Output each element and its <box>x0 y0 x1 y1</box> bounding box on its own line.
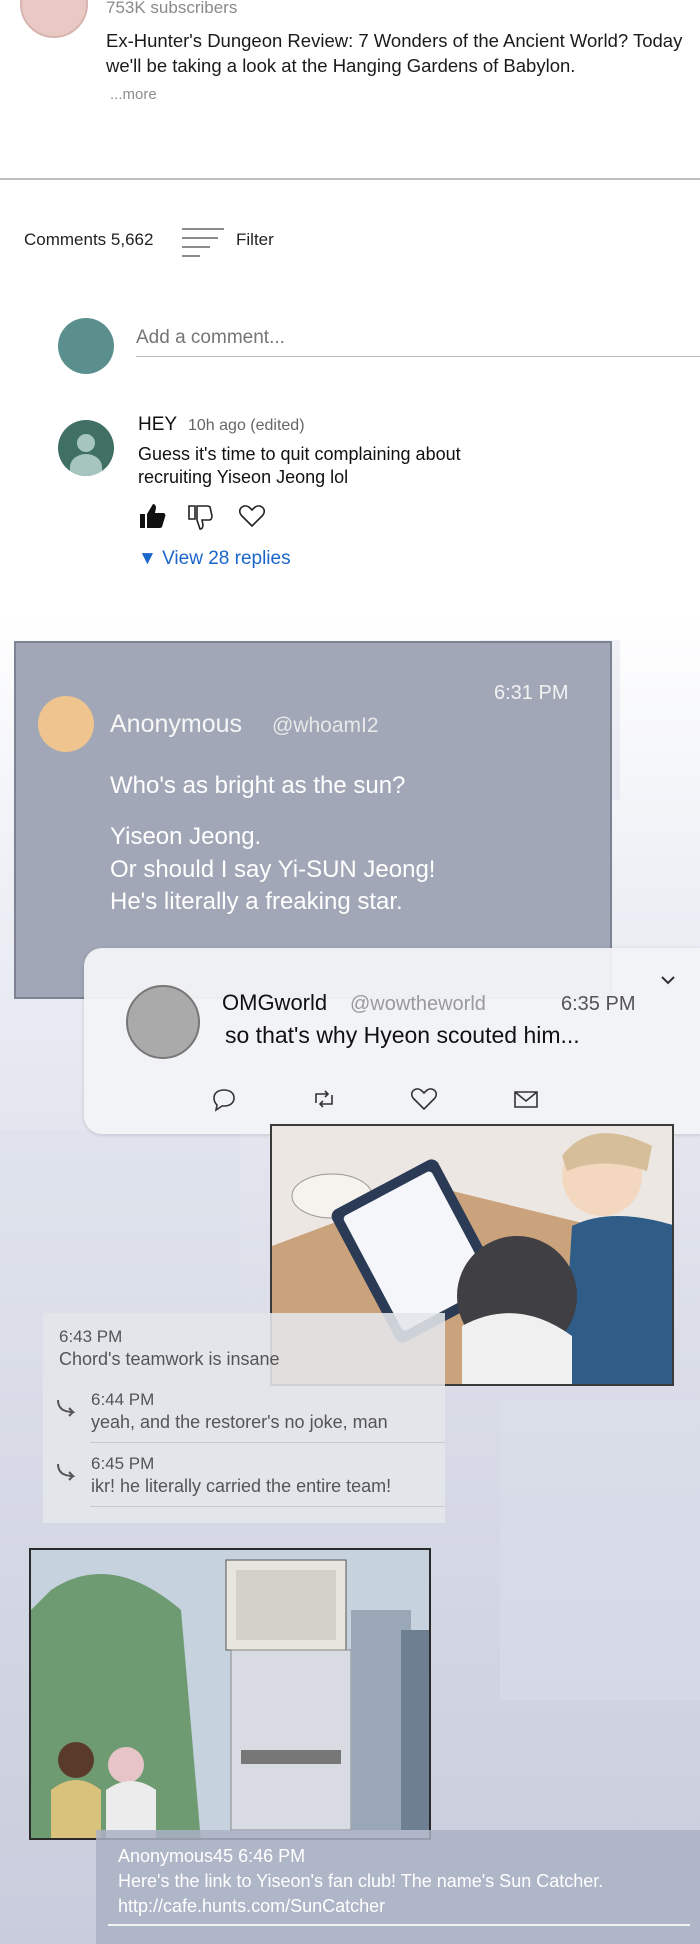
comments-count: Comments 5,662 <box>24 230 154 249</box>
divider <box>90 1442 445 1443</box>
fan-club-link[interactable]: http://cafe.hunts.com/SunCatcher <box>118 1896 385 1917</box>
post-author[interactable]: OMGworld <box>222 990 327 1016</box>
comic-panel-street <box>29 1548 431 1840</box>
post-time: 6:35 PM <box>561 993 636 1015</box>
background-shape <box>0 1130 240 1290</box>
video-description: Ex-Hunter's Dungeon Review: 7 Wonders of… <box>106 30 683 76</box>
post-time: 6:31 PM <box>494 682 569 704</box>
comment-time: 10h ago (edited) <box>188 417 305 434</box>
chat-text: yeah, and the restorer's no joke, man <box>91 1412 388 1432</box>
retweet-icon[interactable] <box>310 1085 338 1113</box>
omgworld-avatar[interactable] <box>126 985 200 1059</box>
chat-text: ikr! he literally carried the entire tea… <box>91 1476 392 1496</box>
subscriber-count: 753K subscribers <box>106 0 238 17</box>
comment-text-line: recruiting Yiseon Jeong lol <box>138 467 349 487</box>
post-handle: @whoamI2 <box>272 714 379 737</box>
more-link[interactable]: ...more <box>110 86 157 103</box>
divider <box>0 178 700 180</box>
view-replies-button[interactable]: ▼ View 28 replies <box>138 548 291 570</box>
heart-icon[interactable] <box>410 1085 438 1113</box>
heart-icon[interactable] <box>238 502 266 530</box>
chevron-down-icon[interactable] <box>658 970 678 990</box>
post-text: Here's the link to Yiseon's fan club! Th… <box>118 1871 604 1891</box>
post-text: so that's why Hyeon scouted him... <box>225 1022 580 1048</box>
post-handle: @wowtheworld <box>350 993 486 1015</box>
filter-button[interactable]: Filter <box>236 230 274 250</box>
post-text-line: Yiseon Jeong. <box>110 823 262 850</box>
reply-arrow-icon <box>57 1399 76 1417</box>
divider <box>108 1924 690 1926</box>
post-author: Anonymous <box>110 710 243 738</box>
post-header: Anonymous45 6:46 PM <box>118 1846 306 1866</box>
like-icon[interactable] <box>138 502 166 530</box>
user-avatar <box>58 318 114 374</box>
filter-icon[interactable] <box>182 226 224 258</box>
add-comment-input[interactable] <box>136 320 700 357</box>
comment-text-line: Guess it's time to quit complaining abou… <box>138 444 461 464</box>
dislike-icon[interactable] <box>186 502 214 530</box>
mail-icon[interactable] <box>512 1085 540 1113</box>
post-text-line: Or should I say Yi-SUN Jeong! <box>110 856 436 883</box>
post-text-line: Who's as bright as the sun? <box>110 772 406 799</box>
divider <box>90 1506 445 1507</box>
video-info-area <box>0 0 700 180</box>
commenter-avatar[interactable] <box>58 420 114 476</box>
reply-icon[interactable] <box>210 1085 238 1113</box>
comment-author[interactable]: HEY <box>138 414 177 436</box>
chat-time: 6:45 PM <box>91 1454 155 1473</box>
background-shape <box>500 1400 700 1700</box>
post-text-line: He's literally a freaking star. <box>110 888 403 915</box>
chat-time: 6:43 PM <box>59 1327 123 1346</box>
reply-arrow-icon <box>57 1463 76 1481</box>
comment-text: Guess it's time to quit complaining abou… <box>138 443 558 489</box>
chat-time: 6:44 PM <box>91 1390 155 1409</box>
comic-illustration <box>31 1550 429 1838</box>
chat-text: Chord's teamwork is insane <box>59 1349 280 1369</box>
anonymous-avatar <box>38 696 94 752</box>
